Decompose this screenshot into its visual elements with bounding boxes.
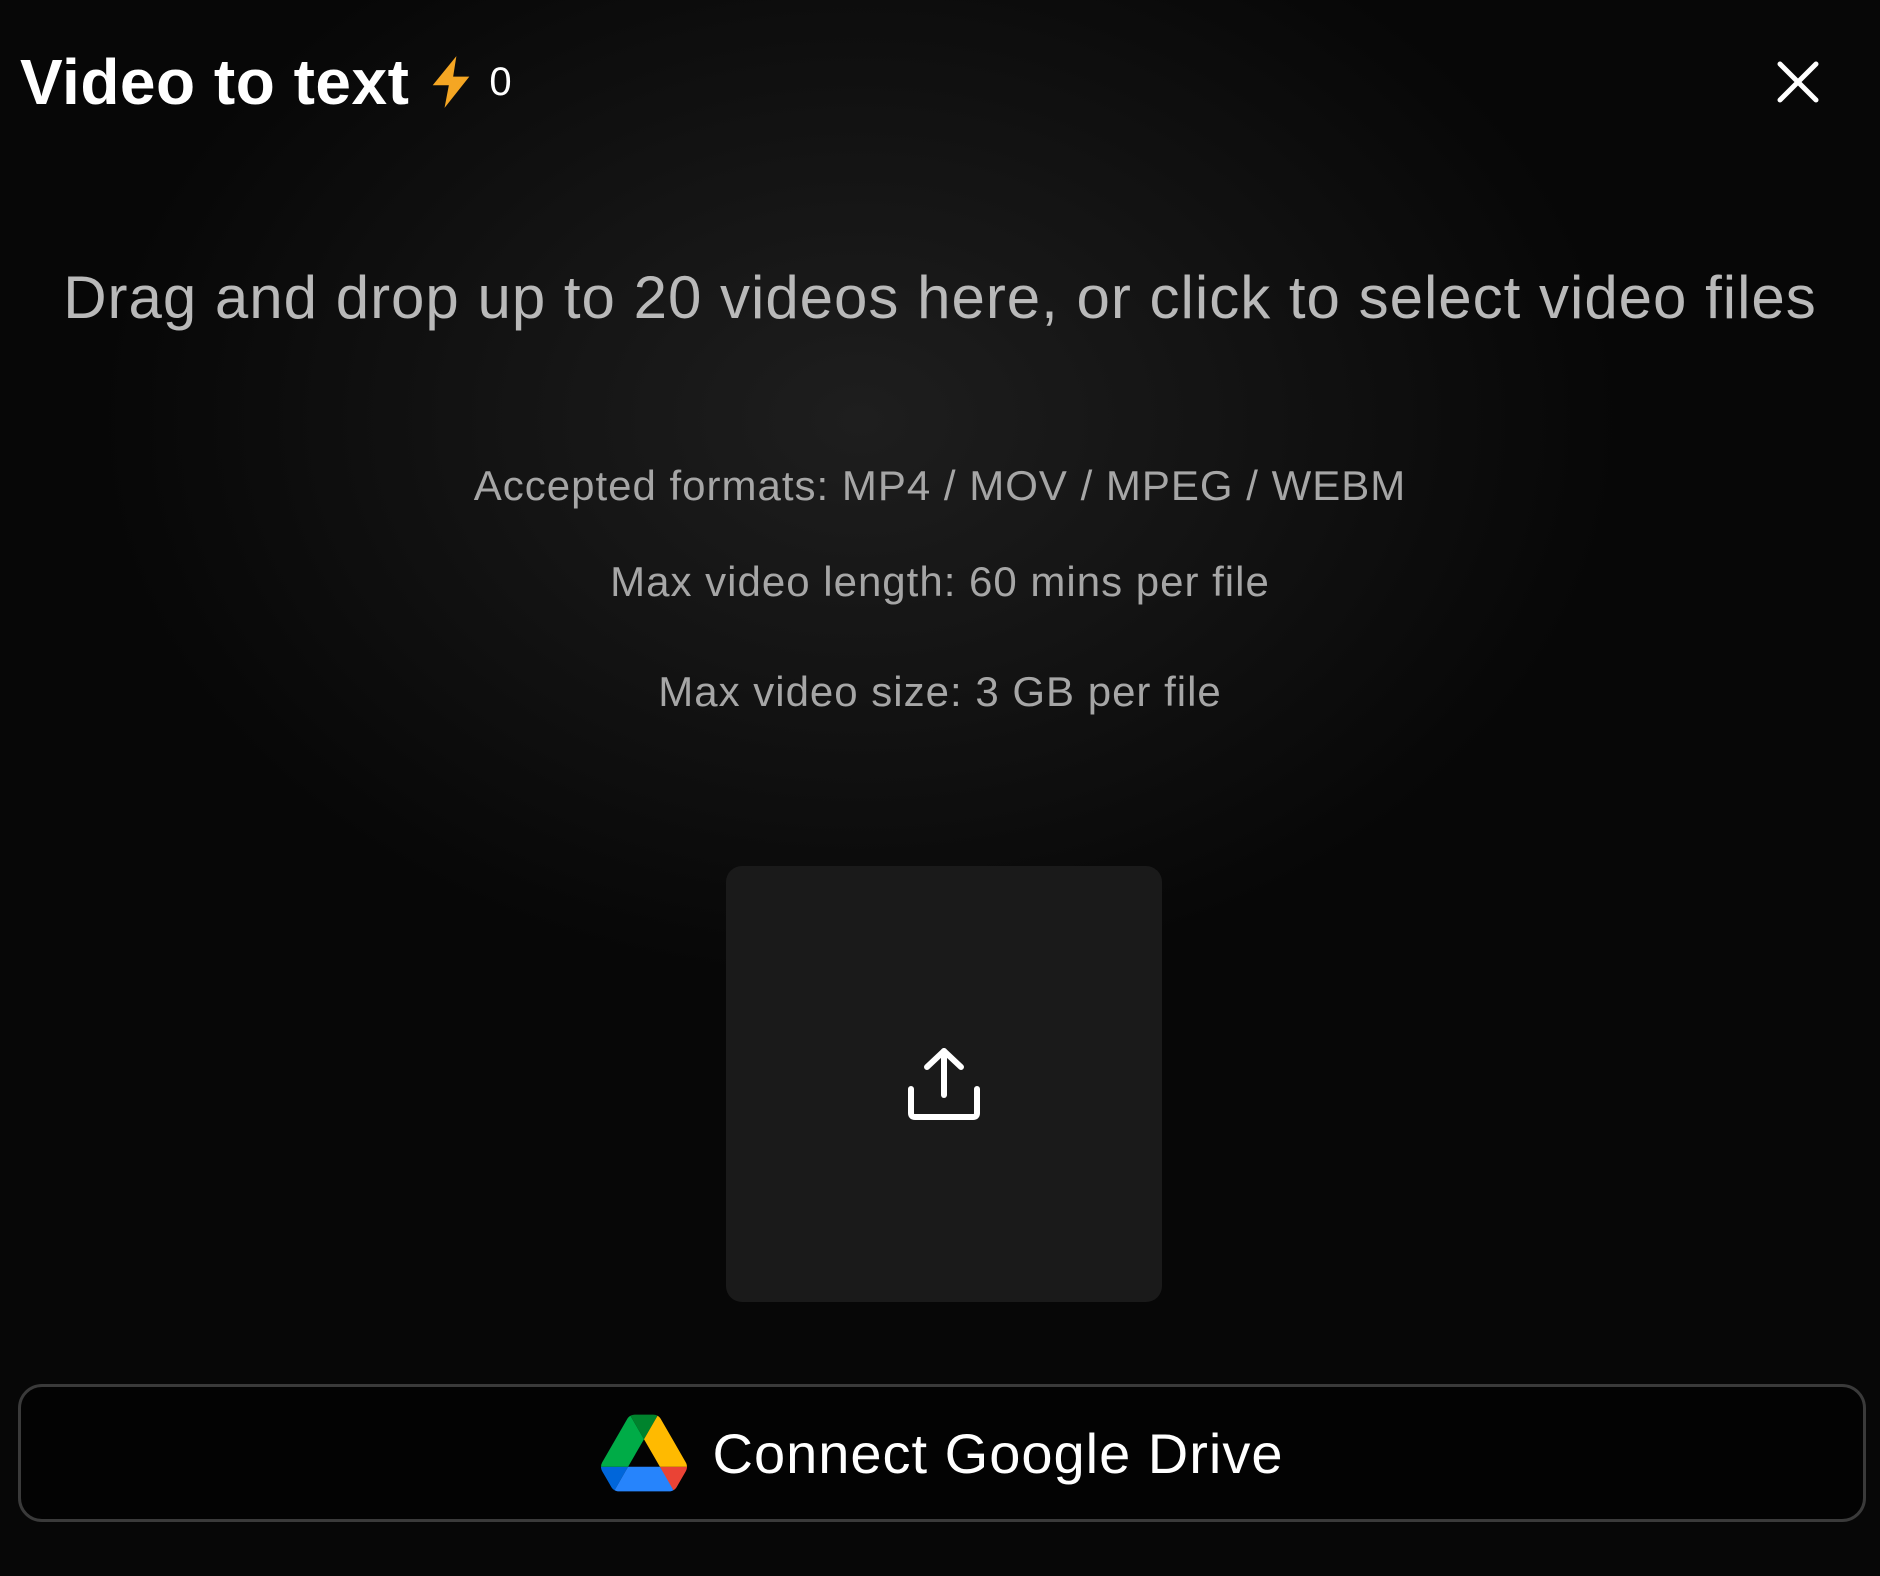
accepted-formats-text: Accepted formats: MP4 / MOV / MPEG / WEB… xyxy=(473,462,1407,509)
close-icon xyxy=(1777,61,1819,103)
lightning-bolt-icon xyxy=(433,56,470,108)
upload-button[interactable] xyxy=(726,866,1162,1302)
close-button[interactable] xyxy=(1772,56,1824,108)
connect-google-drive-button[interactable]: Connect Google Drive xyxy=(18,1384,1866,1522)
connect-google-drive-label: Connect Google Drive xyxy=(712,1421,1284,1485)
upload-icon xyxy=(908,1048,980,1120)
google-drive-icon xyxy=(600,1414,687,1492)
dropzone-headline: Drag and drop up to 20 videos here, or c… xyxy=(63,264,1817,331)
max-length-text: Max video length: 60 mins per file xyxy=(610,558,1270,605)
video-to-text-modal: Video to text 0 Drag and drop up to 20 v… xyxy=(0,0,1880,1576)
modal-header: Video to text 0 xyxy=(20,40,512,124)
video-dropzone[interactable]: Drag and drop up to 20 videos here, or c… xyxy=(0,250,1880,1320)
max-size-text: Max video size: 3 GB per file xyxy=(658,668,1222,715)
credits-count: 0 xyxy=(489,59,512,104)
modal-title: Video to text xyxy=(20,46,410,118)
